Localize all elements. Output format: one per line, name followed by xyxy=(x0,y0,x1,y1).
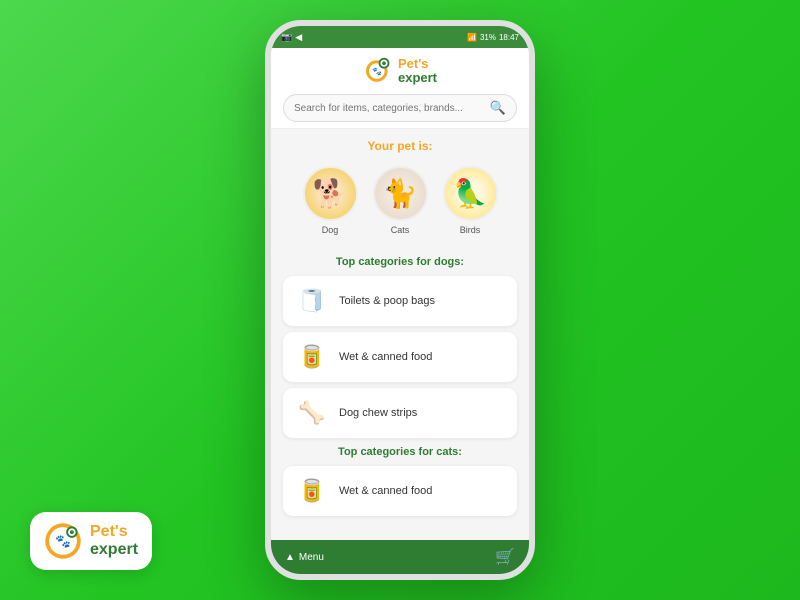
menu-button[interactable]: ▲ Menu xyxy=(285,552,324,563)
svg-text:🐾: 🐾 xyxy=(372,67,382,76)
pet-label-birds: Birds xyxy=(460,225,481,235)
logo: 🐾 Pet's expert xyxy=(363,56,437,86)
poop-bags-label: Toilets & poop bags xyxy=(339,295,435,307)
pet-circle-dog: 🐕 xyxy=(303,166,358,221)
dog-emoji: 🐕 xyxy=(313,177,348,210)
pet-label-dog: Dog xyxy=(322,225,339,235)
watermark-logo-icon: 🐾 xyxy=(44,522,82,560)
wet-canned-dog-icon: 🥫 xyxy=(295,340,329,374)
signal-icon: ◀ xyxy=(295,32,302,43)
phone-frame: 📷 ◀ 📶 31% 18:47 🐾 Pet's xyxy=(265,20,535,580)
phone-content: 🐾 Pet's expert 🔍 Your pet is: xyxy=(271,48,529,540)
cat-emoji: 🐈 xyxy=(383,177,418,210)
category-card-chew-strips[interactable]: 🦴 Dog chew strips xyxy=(283,388,517,438)
logo-expert: expert xyxy=(398,71,437,85)
bottom-bar: ▲ Menu 🛒 xyxy=(271,540,529,574)
camera-icon: 📷 xyxy=(281,32,292,43)
cat-categories-title: Top categories for cats: xyxy=(283,446,517,458)
wet-canned-dog-label: Wet & canned food xyxy=(339,351,432,363)
status-left: 📷 ◀ xyxy=(281,32,302,43)
your-pet-title: Your pet is: xyxy=(283,139,517,153)
poop-bags-icon: 🧻 xyxy=(295,284,329,318)
your-pet-section: Your pet is: 🐕 Dog 🐈 Cats 🦜 xyxy=(271,129,529,248)
pet-label-cats: Cats xyxy=(391,225,410,235)
search-input[interactable] xyxy=(294,103,490,114)
chevron-up-icon: ▲ xyxy=(285,552,295,563)
search-bar[interactable]: 🔍 xyxy=(283,94,517,122)
watermark-logo-container: 🐾 Pet's expert xyxy=(30,512,152,570)
cart-icon[interactable]: 🛒 xyxy=(495,547,515,567)
pet-item-cats[interactable]: 🐈 Cats xyxy=(373,166,428,235)
status-right: 📶 31% 18:47 xyxy=(467,33,519,42)
watermark-text: Pet's expert xyxy=(90,523,138,560)
cat-categories-section: Top categories for cats: 🥫 Wet & canned … xyxy=(271,446,529,534)
clock: 18:47 xyxy=(499,33,519,42)
dog-categories-title: Top categories for dogs: xyxy=(283,256,517,268)
wifi-icon: 📶 xyxy=(467,33,477,42)
pets-row: 🐕 Dog 🐈 Cats 🦜 Birds xyxy=(283,161,517,243)
watermark-expert-label: expert xyxy=(90,541,138,559)
menu-label: Menu xyxy=(299,552,324,563)
logo-icon: 🐾 xyxy=(363,56,393,86)
category-card-wet-canned-cat[interactable]: 🥫 Wet & canned food xyxy=(283,466,517,516)
pet-item-birds[interactable]: 🦜 Birds xyxy=(443,166,498,235)
pet-circle-cats: 🐈 xyxy=(373,166,428,221)
logo-text: Pet's expert xyxy=(398,57,437,86)
dog-categories-section: Top categories for dogs: 🧻 Toilets & poo… xyxy=(271,256,529,438)
pet-circle-birds: 🦜 xyxy=(443,166,498,221)
category-card-wet-canned-dog[interactable]: 🥫 Wet & canned food xyxy=(283,332,517,382)
wet-canned-cat-icon: 🥫 xyxy=(295,474,329,508)
search-icon[interactable]: 🔍 xyxy=(490,100,506,116)
category-card-poop-bags[interactable]: 🧻 Toilets & poop bags xyxy=(283,276,517,326)
battery-level: 31% xyxy=(480,33,496,42)
wet-canned-cat-label: Wet & canned food xyxy=(339,485,432,497)
watermark-pets-label: Pet's xyxy=(90,523,138,541)
chew-strips-icon: 🦴 xyxy=(295,396,329,430)
top-bar: 🐾 Pet's expert 🔍 xyxy=(271,48,529,129)
bird-emoji: 🦜 xyxy=(453,177,488,210)
chew-strips-label: Dog chew strips xyxy=(339,407,417,419)
status-bar: 📷 ◀ 📶 31% 18:47 xyxy=(271,26,529,48)
pet-item-dog[interactable]: 🐕 Dog xyxy=(303,166,358,235)
logo-pets: Pet's xyxy=(398,57,437,71)
